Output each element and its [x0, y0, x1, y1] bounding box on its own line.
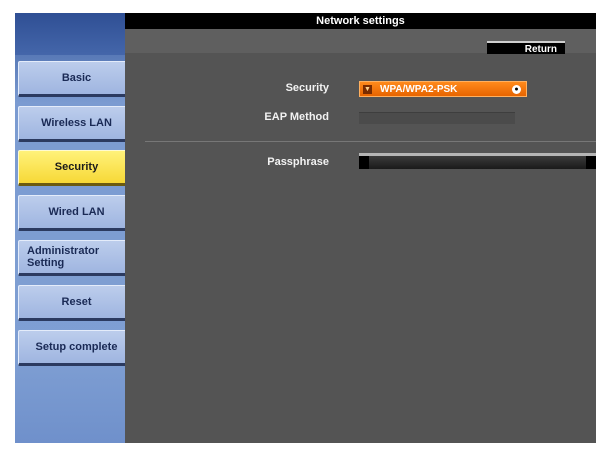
- select-indicator-icon: ●: [512, 85, 521, 94]
- sidebar-item-basic[interactable]: Basic: [18, 61, 138, 97]
- page-title: Network settings: [125, 13, 596, 29]
- sidebar-item-wired-lan[interactable]: Wired LAN: [18, 195, 138, 231]
- sidebar-item-wireless-lan[interactable]: Wireless LAN: [18, 106, 138, 142]
- sidebar-item-label: Basic: [61, 72, 92, 84]
- sidebar: Basic Wireless LAN Security Wired LAN Ad…: [15, 13, 138, 443]
- main-panel: Network settings Return Security ▼ WPA/W…: [125, 13, 596, 443]
- input-left-cap: [359, 156, 369, 169]
- security-select-value: WPA/WPA2-PSK: [380, 84, 458, 95]
- sidebar-item-reset[interactable]: Reset: [18, 285, 138, 321]
- sidebar-item-setup-complete[interactable]: Setup complete: [18, 330, 138, 366]
- sidebar-item-label: Wireless LAN: [41, 117, 112, 129]
- eap-method-field: [359, 112, 515, 124]
- security-select[interactable]: ▼ WPA/WPA2-PSK ●: [359, 81, 527, 97]
- passphrase-input[interactable]: [359, 153, 596, 169]
- sidebar-item-label: Wired LAN: [48, 206, 105, 218]
- sidebar-item-security[interactable]: Security: [18, 150, 138, 186]
- sidebar-item-label: Setup complete: [35, 341, 118, 353]
- sidebar-item-label: Security: [54, 161, 99, 173]
- input-right-cap: [586, 156, 596, 169]
- divider: [145, 141, 596, 142]
- eap-method-label: EAP Method: [264, 111, 329, 123]
- sidebar-item-label: Administrator Setting: [27, 245, 100, 269]
- sidebar-item-label: Reset: [61, 296, 92, 308]
- dropdown-arrow-icon: ▼: [363, 85, 372, 94]
- return-button[interactable]: Return: [487, 41, 565, 55]
- sidebar-item-administrator-setting[interactable]: Administrator Setting: [18, 240, 138, 276]
- sidebar-header: [15, 13, 125, 55]
- passphrase-label: Passphrase: [267, 156, 329, 168]
- projector-settings-screen: Basic Wireless LAN Security Wired LAN Ad…: [15, 13, 596, 443]
- security-label: Security: [285, 82, 329, 94]
